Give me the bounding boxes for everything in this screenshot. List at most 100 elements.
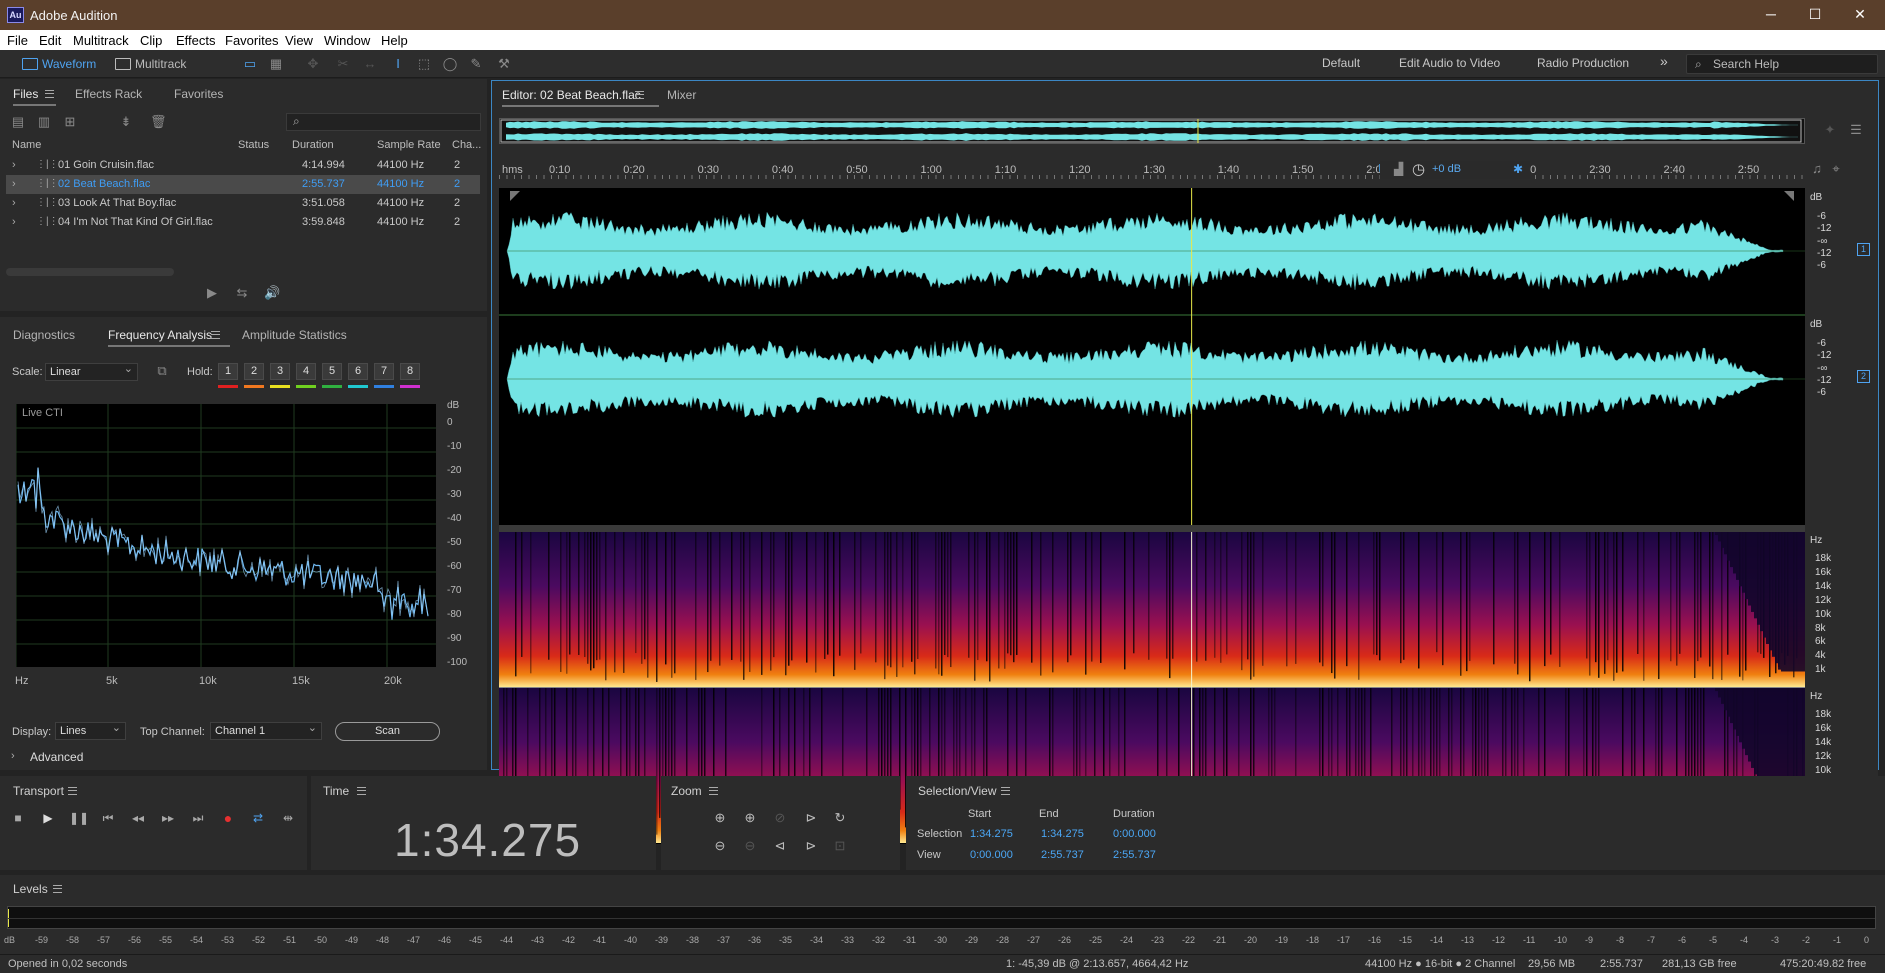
hold-button-4[interactable]: 4 [296, 363, 316, 380]
editor-panel-menu-icon[interactable] [635, 91, 644, 99]
close-button[interactable]: ✕ [1846, 4, 1874, 26]
channel-2-badge[interactable]: 2 [1857, 370, 1870, 383]
zoom-to-fit-icon[interactable]: ✦ [1822, 122, 1838, 138]
menu-window[interactable]: Window [324, 33, 370, 48]
view-start[interactable]: 0:00.000 [970, 849, 1013, 861]
zoom-to-selection-icon[interactable]: ⊲ [772, 838, 788, 854]
loop-playback-icon[interactable]: ⇆ [234, 285, 250, 301]
fast-forward-icon[interactable]: ▸▸ [159, 810, 177, 826]
transport-menu-icon[interactable] [68, 787, 77, 795]
view-end[interactable]: 2:55.737 [1041, 849, 1084, 861]
spectral-display-icon[interactable]: ▦ [268, 56, 284, 72]
tab-effects-rack[interactable]: Effects Rack [75, 87, 142, 101]
file-row[interactable]: › ⋮|⋮ 01 Goin Cruisin.flac 4:14.994 44100 Hz… [6, 156, 480, 175]
tab-editor[interactable]: Editor: 02 Beat Beach.flac [502, 88, 659, 107]
file-row[interactable]: › ⋮|⋮ 03 Look At That Boy.flac 3:51.058 4410… [6, 194, 480, 213]
zoom-in-amplitude-icon[interactable]: ⊕ [712, 810, 728, 826]
selection-end[interactable]: 1:34.275 [1041, 828, 1084, 840]
chevron-right-icon[interactable]: › [12, 159, 16, 171]
waveform-view-button[interactable]: Waveform [20, 54, 96, 74]
menu-edit[interactable]: Edit [39, 33, 61, 48]
overview-navigator[interactable] [499, 118, 1805, 144]
menu-clip[interactable]: Clip [140, 33, 162, 48]
time-ruler[interactable]: hms 0:10 0:20 0:30 0:40 0:50 1:00 1:10 1:20 1:30… [499, 161, 1805, 179]
zoom-out-time-icon[interactable]: ⊖ [742, 838, 758, 854]
new-file-icon[interactable]: ⊞ [62, 114, 78, 130]
delete-file-icon[interactable]: 🗑 [150, 114, 167, 130]
hold-button-1[interactable]: 1 [218, 363, 238, 380]
scale-select[interactable]: Linear [45, 361, 138, 381]
menu-help[interactable]: Help [381, 33, 408, 48]
files-search-input[interactable]: ⌕ [286, 113, 481, 131]
volume-knob-icon[interactable]: ◷ [1412, 160, 1425, 178]
workspace-default[interactable]: Default [1322, 56, 1360, 70]
tab-amplitude-statistics[interactable]: Amplitude Statistics [242, 328, 347, 342]
slip-tool-icon[interactable]: ↔ [362, 56, 378, 72]
insert-into-multitrack-icon[interactable]: ⇟ [118, 114, 134, 130]
hold-button-6[interactable]: 6 [348, 363, 368, 380]
zoom-out-full-icon[interactable]: ⊘ [772, 810, 788, 826]
search-help-input[interactable]: ⌕ Search Help [1686, 54, 1878, 74]
razor-tool-icon[interactable]: ✂ [335, 56, 351, 72]
capture-snapshot-icon[interactable]: ⧉ [154, 363, 170, 379]
stop-icon[interactable]: ■ [9, 810, 27, 826]
more-workspaces-icon[interactable]: » [1660, 53, 1668, 69]
open-file-icon[interactable]: ▤ [10, 114, 26, 130]
column-status[interactable]: Status [238, 139, 269, 151]
maximize-button[interactable]: ☐ [1801, 4, 1829, 26]
menu-favorites[interactable]: Favorites [225, 33, 278, 48]
display-select[interactable]: Lines [55, 720, 126, 740]
tab-favorites[interactable]: Favorites [174, 87, 223, 101]
channel-1-badge[interactable]: 1 [1857, 243, 1870, 256]
marquee-tool-icon[interactable]: ⬚ [416, 56, 432, 72]
zoom-in-time-icon[interactable]: ⊕ [742, 810, 758, 826]
play-icon[interactable]: ▶ [39, 810, 57, 826]
time-menu-icon[interactable] [357, 787, 366, 795]
selection-duration[interactable]: 0:00.000 [1113, 828, 1156, 840]
multitrack-view-button[interactable]: Multitrack [113, 54, 186, 74]
tab-mixer[interactable]: Mixer [667, 88, 696, 102]
zoom-reset-icon[interactable]: ↻ [832, 810, 848, 826]
zoom-out-amplitude-icon[interactable]: ⊖ [712, 838, 728, 854]
lasso-tool-icon[interactable]: ◯ [442, 56, 458, 72]
rewind-icon[interactable]: ◂◂ [129, 810, 147, 826]
play-file-icon[interactable]: ▶ [204, 285, 220, 301]
view-duration[interactable]: 2:55.737 [1113, 849, 1156, 861]
files-panel-menu-icon[interactable] [45, 90, 54, 98]
selection-view-menu-icon[interactable] [1001, 787, 1010, 795]
pause-icon[interactable]: ❚❚ [69, 810, 89, 826]
waveform-display-icon[interactable]: ▭ [242, 56, 258, 72]
zoom-menu-icon[interactable] [709, 787, 718, 795]
chevron-right-icon[interactable]: › [12, 216, 16, 228]
tab-files[interactable]: Files [13, 87, 57, 106]
file-row[interactable]: › ⋮|⋮ 04 I'm Not That Kind Of Girl.flac 3:5… [6, 213, 480, 232]
tab-frequency-analysis[interactable]: Frequency Analysis [108, 328, 231, 347]
hud-volume[interactable]: ▟ ◷ +0 dB ✱ [1380, 161, 1530, 179]
skip-selection-icon[interactable]: ⇹ [279, 810, 297, 826]
pin-hud-icon[interactable]: ✱ [1513, 162, 1523, 176]
time-selection-tool-icon[interactable]: I [390, 56, 406, 72]
move-tool-icon[interactable]: ✥ [305, 56, 321, 72]
files-scrollbar[interactable] [6, 268, 174, 276]
column-name[interactable]: Name [12, 139, 41, 151]
levels-menu-icon[interactable] [53, 885, 62, 893]
menu-file[interactable]: File [7, 33, 28, 48]
top-channel-select[interactable]: Channel 1 [210, 720, 322, 740]
move-to-next-icon[interactable]: ⏭ [189, 810, 207, 826]
zoom-to-fit-icon[interactable]: ⊡ [832, 838, 848, 854]
hold-button-2[interactable]: 2 [244, 363, 264, 380]
workspace-radio-production[interactable]: Radio Production [1537, 56, 1629, 70]
chevron-right-icon[interactable]: › [11, 750, 15, 762]
chevron-right-icon[interactable]: › [12, 197, 16, 209]
pin-icon[interactable]: ⌖ [1828, 161, 1844, 177]
zoom-in-right-icon[interactable]: ⊳ [803, 838, 819, 854]
hold-button-3[interactable]: 3 [270, 363, 290, 380]
selection-start[interactable]: 1:34.275 [970, 828, 1013, 840]
scan-button[interactable]: Scan [335, 722, 440, 741]
waveform-display[interactable] [499, 188, 1805, 525]
file-row[interactable]: › ⋮|⋮ 02 Beat Beach.flac 2:55.737 44100 Hz 2 [6, 175, 480, 194]
menu-multitrack[interactable]: Multitrack [73, 33, 129, 48]
menu-view[interactable]: View [285, 33, 313, 48]
analysis-panel-menu-icon[interactable] [211, 331, 220, 339]
hold-button-7[interactable]: 7 [374, 363, 394, 380]
